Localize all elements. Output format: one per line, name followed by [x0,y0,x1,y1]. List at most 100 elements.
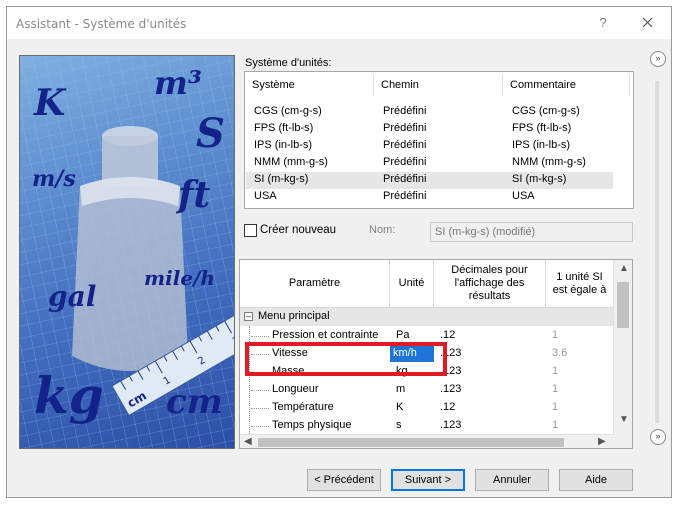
system-path: Prédéfini [383,190,427,202]
scroll-up-icon[interactable]: ▲ [619,263,629,274]
list-item[interactable]: USA Prédéfini USA [246,189,613,206]
create-new-label[interactable]: Créer nouveau [260,224,336,236]
system-name: USA [254,190,277,202]
tree-connector [251,426,269,427]
param-decimals[interactable]: .123 [440,419,461,431]
column-header[interactable]: Chemin [375,74,503,96]
tree-connector [251,336,269,337]
table-row[interactable]: Pression et contrainte Pa .12 1 [240,327,614,345]
scroll-left-icon[interactable]: ◀ [244,436,252,447]
group-row[interactable]: – Menu principal [240,308,614,326]
column-header[interactable]: Décimales pour l'affichage des résultats [434,260,546,308]
collapse-icon[interactable]: – [244,312,253,321]
expand-icon[interactable]: » [650,429,666,445]
param-unit[interactable]: kg [396,365,408,377]
previous-button[interactable]: < Précédent [307,469,381,491]
unit-systems-label: Système d'unités: [245,57,332,69]
tree-connector [251,408,269,409]
close-button[interactable] [635,13,659,33]
name-label: Nom: [369,224,396,236]
horizontal-scrollbar[interactable]: ◀ ▶ [240,434,614,448]
param-unit[interactable]: K [396,401,403,413]
cancel-button[interactable]: Annuler [475,469,549,491]
name-field[interactable]: SI (m-kg-s) (modifié) [430,222,633,242]
group-label: Menu principal [258,310,330,322]
param-name: Longueur [272,383,319,395]
column-header[interactable]: Commentaire [504,74,630,96]
title-bar: Assistant - Système d'unités ? [7,7,671,39]
param-unit[interactable]: Pa [396,329,409,341]
param-factor: 1 [552,383,559,395]
unit-systems-list[interactable]: Système Chemin Commentaire CGS (cm-g-s) … [244,71,634,209]
vertical-scrollbar[interactable]: ▲ ▼ [613,260,632,448]
tree-connector [251,372,269,373]
table-row[interactable]: Temps physique s .123 1 [240,417,614,435]
system-comment: CGS (cm-g-s) [512,105,580,117]
list-item-selected[interactable]: SI (m-kg-s) Prédéfini SI (m-kg-s) [246,172,613,189]
system-name: NMM (mm-g-s) [254,156,328,168]
param-decimals[interactable]: .123 [440,383,461,395]
param-factor: 1 [552,365,559,377]
table-row[interactable]: Vitesse km/h .123 3.6 [240,345,614,363]
right-scroll-track[interactable] [655,81,659,423]
param-name: Temps physique [272,419,352,431]
help-title-button[interactable]: ? [591,13,615,33]
param-name: Température [272,401,334,413]
dialog-window: Assistant - Système d'unités ? cm 1 2 3 … [6,6,672,498]
tree-connector [251,354,269,355]
list-item[interactable]: NMM (mm-g-s) Prédéfini NMM (mm-g-s) [246,155,613,172]
system-path: Prédéfini [383,122,427,134]
close-icon [642,17,652,28]
scroll-thumb[interactable] [258,438,564,447]
window-title: Assistant - Système d'unités [16,17,187,31]
system-path: Prédéfini [383,139,427,151]
unit-label: S [196,110,225,157]
column-header[interactable]: 1 unité SI est égale à [546,260,614,308]
list-item[interactable]: IPS (in-lb-s) Prédéfini IPS (in-lb-s) [246,138,613,155]
table-row[interactable]: Masse kg .123 1 [240,363,614,381]
param-unit[interactable]: m [396,383,405,395]
next-button[interactable]: Suivant > [391,469,465,491]
param-decimals[interactable]: .123 [440,347,461,359]
column-header[interactable]: Paramètre [240,260,390,308]
param-factor: 1 [552,329,559,341]
system-name: IPS (in-lb-s) [254,139,313,151]
scroll-thumb[interactable] [617,282,629,328]
system-path: Prédéfini [383,105,427,117]
system-comment: NMM (mm-g-s) [512,156,586,168]
unit-cell-editor[interactable]: km/h [390,345,434,362]
param-factor: 1 [552,401,559,413]
param-decimals[interactable]: .123 [440,365,461,377]
table-row[interactable]: Température K .12 1 [240,399,614,417]
param-decimals[interactable]: .12 [440,329,455,341]
system-comment: FPS (ft-lb-s) [512,122,572,134]
scroll-right-icon[interactable]: ▶ [598,436,606,447]
param-unit[interactable]: s [396,419,402,431]
expand-icon[interactable]: » [650,51,666,67]
tree-connector [251,390,269,391]
column-header[interactable]: Unité [390,260,434,308]
system-path: Prédéfini [383,173,427,185]
unit-label: ft [178,174,211,216]
table-row[interactable]: Longueur m .123 1 [240,381,614,399]
param-decimals[interactable]: .12 [440,401,455,413]
list-item[interactable]: CGS (cm-g-s) Prédéfini CGS (cm-g-s) [246,104,613,121]
system-comment: IPS (in-lb-s) [512,139,571,151]
system-path: Prédéfini [383,156,427,168]
unit-label: mile/h [144,266,215,290]
system-name: CGS (cm-g-s) [254,105,322,117]
parameter-grid[interactable]: Paramètre Unité Décimales pour l'afficha… [239,259,633,449]
system-comment: SI (m-kg-s) [512,173,567,185]
param-name: Pression et contrainte [272,329,379,341]
unit-label: K [34,82,66,124]
list-item[interactable]: FPS (ft-lb-s) Prédéfini FPS (ft-lb-s) [246,121,613,138]
unit-label: m³ [154,64,202,102]
scroll-down-icon[interactable]: ▼ [619,414,629,425]
param-name: Masse [272,365,305,377]
help-button[interactable]: Aide [559,469,633,491]
create-new-checkbox[interactable] [244,224,257,237]
param-name: Vitesse [272,347,308,359]
system-name: FPS (ft-lb-s) [254,122,314,134]
column-header[interactable]: Système [246,74,374,96]
unit-label: cm [166,382,223,422]
